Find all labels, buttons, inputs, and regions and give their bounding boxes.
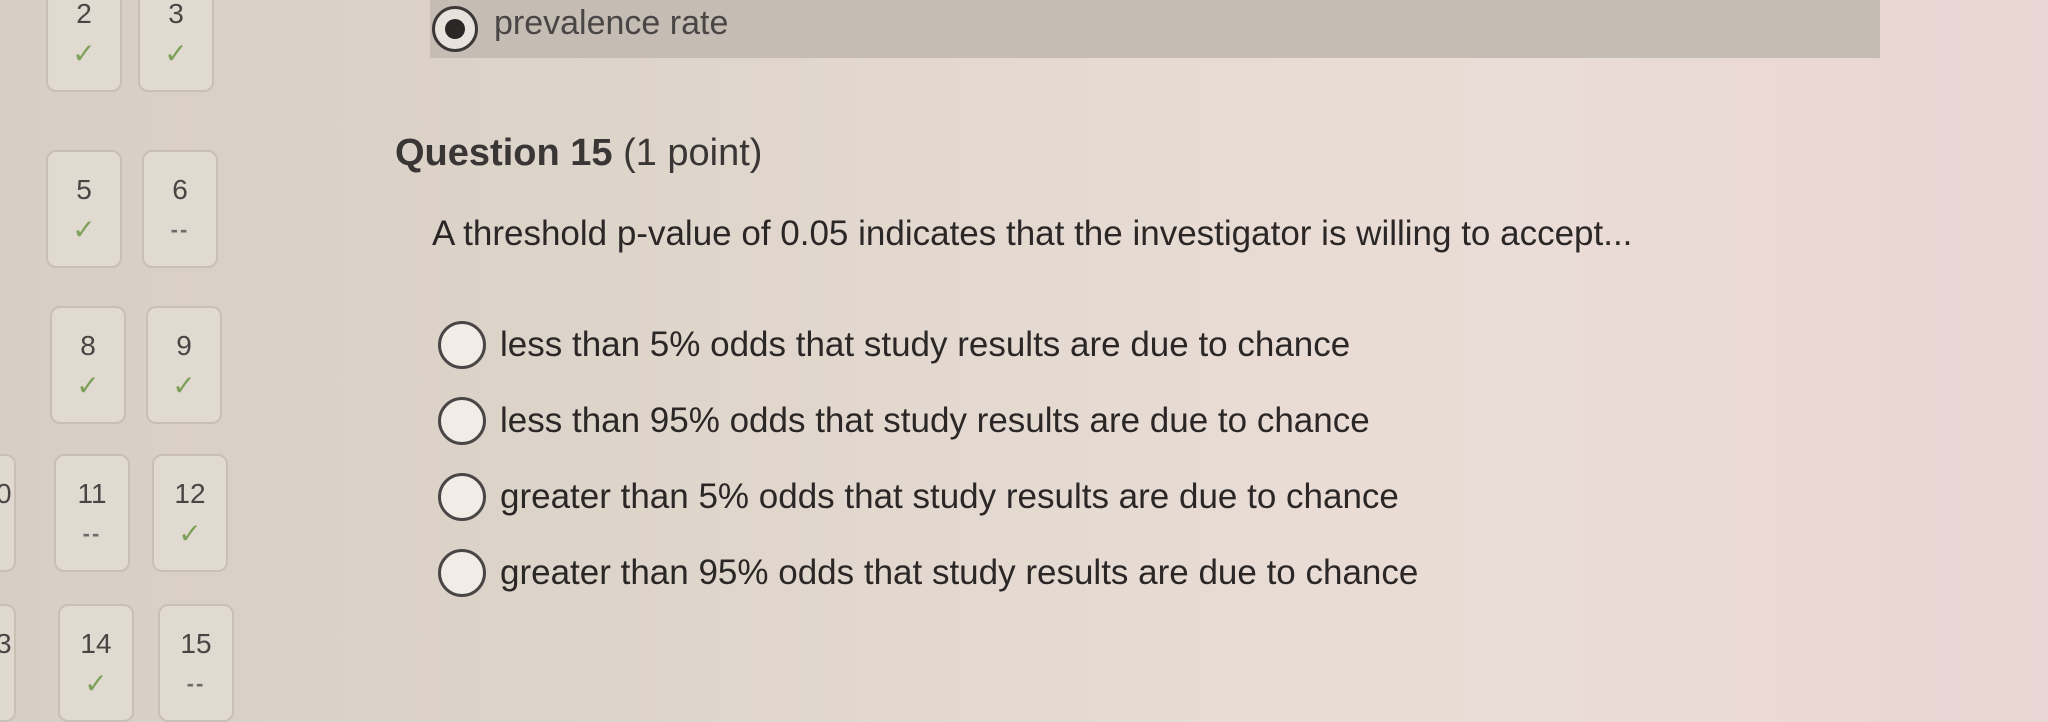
nav-tile-number: 5 [76, 174, 92, 205]
nav-tile-number: 6 [172, 174, 188, 205]
radio-button[interactable] [438, 473, 486, 521]
question-navigator: 2 ✓ 3 ✓ 5 ✓ 6 -- 8 ✓ 9 ✓ 11 -- 12 ✓ 14 ✓… [0, 0, 240, 722]
nav-tile-5[interactable]: 5 ✓ [46, 150, 122, 268]
radio-selected-icon[interactable] [432, 6, 478, 52]
checkmark-icon: ✓ [72, 38, 96, 69]
answer-option-3[interactable]: greater than 5% odds that study results … [438, 472, 1399, 522]
question-text: A threshold p-value of 0.05 indicates th… [432, 214, 1633, 253]
unanswered-dash: -- [82, 521, 102, 546]
nav-tile-number: 11 [77, 478, 107, 509]
quiz-page: 2 ✓ 3 ✓ 5 ✓ 6 -- 8 ✓ 9 ✓ 11 -- 12 ✓ 14 ✓… [0, 0, 2048, 722]
radio-button[interactable] [438, 397, 486, 445]
nav-tile-9[interactable]: 9 ✓ [146, 306, 222, 424]
nav-tile-15[interactable]: 15 -- [158, 604, 234, 722]
answer-option-label: greater than 5% odds that study results … [500, 477, 1399, 516]
checkmark-icon: ✓ [72, 214, 96, 245]
nav-tile-6[interactable]: 6 -- [142, 150, 218, 268]
nav-tile-number: 9 [176, 330, 192, 361]
nav-tile-10-partial[interactable]: 0 [0, 454, 16, 572]
nav-tile-2[interactable]: 2 ✓ [46, 0, 122, 92]
radio-button[interactable] [438, 549, 486, 597]
nav-tile-8[interactable]: 8 ✓ [50, 306, 126, 424]
answer-option-label: greater than 95% odds that study results… [500, 553, 1419, 592]
nav-tile-14[interactable]: 14 ✓ [58, 604, 134, 722]
unanswered-dash: -- [170, 217, 190, 242]
answer-option-2[interactable]: less than 95% odds that study results ar… [438, 396, 1370, 446]
question-heading: Question 15 (1 point) [395, 132, 762, 175]
previous-option-label: prevalence rate [494, 4, 729, 42]
unanswered-dash: -- [186, 671, 206, 696]
question-number: Question 15 [395, 132, 613, 174]
answer-option-1[interactable]: less than 5% odds that study results are… [438, 320, 1350, 370]
answer-option-label: less than 95% odds that study results ar… [500, 401, 1370, 440]
checkmark-icon: ✓ [76, 370, 100, 401]
answer-option-4[interactable]: greater than 95% odds that study results… [438, 548, 1418, 598]
nav-tile-number: 12 [174, 478, 206, 509]
question-points: (1 point) [623, 132, 763, 174]
nav-tile-number: 8 [80, 330, 96, 361]
answer-option-label: less than 5% odds that study results are… [500, 325, 1351, 364]
nav-tile-3[interactable]: 3 ✓ [138, 0, 214, 92]
checkmark-icon: ✓ [84, 668, 108, 699]
checkmark-icon: ✓ [164, 38, 188, 69]
checkmark-icon: ✓ [172, 370, 196, 401]
radio-button[interactable] [438, 321, 486, 369]
nav-tile-number: 0 [0, 478, 12, 509]
checkmark-icon: ✓ [178, 518, 202, 549]
nav-tile-number: 3 [0, 628, 12, 659]
nav-tile-number: 14 [80, 628, 112, 659]
nav-tile-number: 3 [168, 0, 184, 29]
nav-tile-number: 15 [180, 628, 212, 659]
nav-tile-12[interactable]: 12 ✓ [152, 454, 228, 572]
nav-tile-number: 2 [76, 0, 92, 29]
nav-tile-11[interactable]: 11 -- [54, 454, 130, 572]
nav-tile-13-partial[interactable]: 3 [0, 604, 16, 722]
